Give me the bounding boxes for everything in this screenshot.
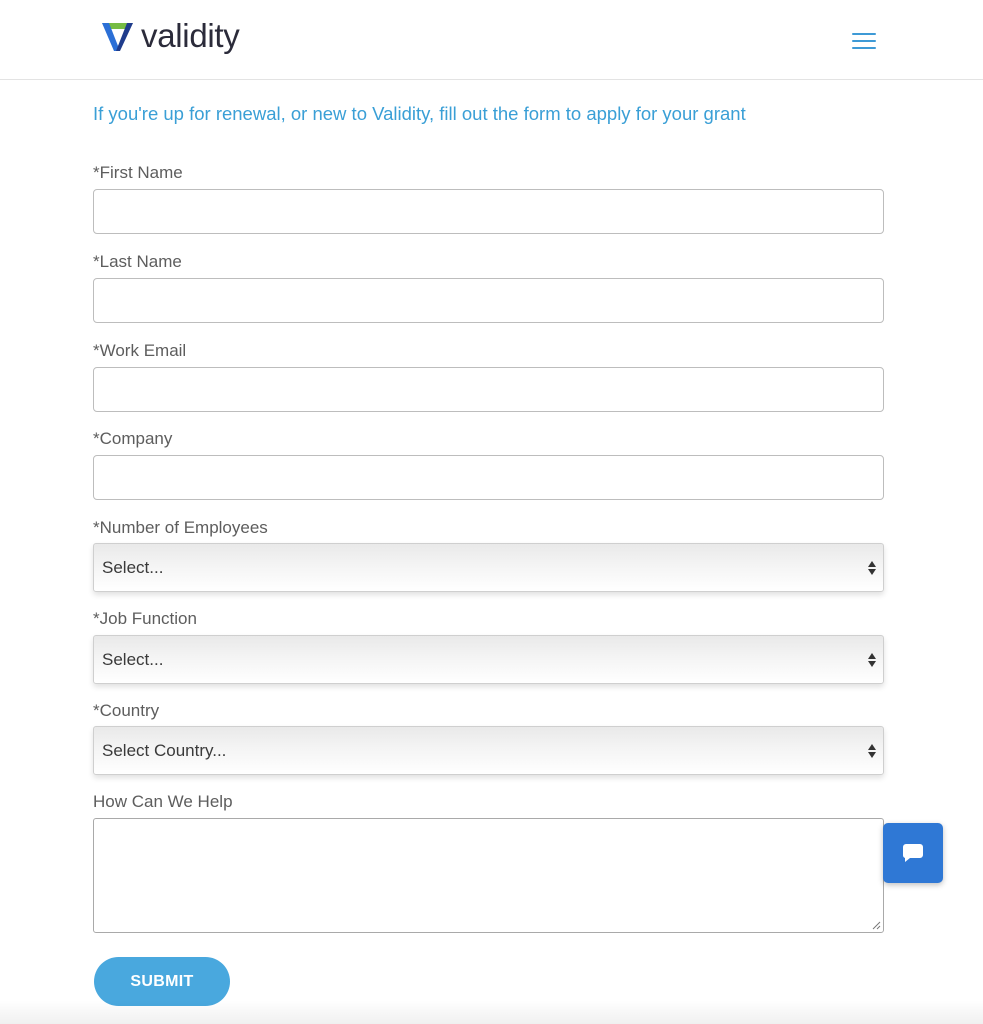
employees-label: *Number of Employees (93, 518, 268, 537)
country-label: *Country (93, 701, 160, 720)
form-intro-heading: If you're up for renewal, or new to Vali… (93, 103, 746, 124)
employees-selected-value: Select... (102, 558, 164, 577)
select-arrows-icon (868, 744, 876, 758)
select-arrows-icon (868, 561, 876, 575)
hamburger-menu-icon[interactable] (852, 31, 878, 51)
resize-grip-icon[interactable] (872, 921, 881, 930)
first-name-input[interactable] (93, 189, 884, 234)
company-label: *Company (93, 429, 173, 448)
chat-bubble-icon (902, 844, 923, 862)
site-header: validity (0, 0, 983, 80)
job-function-select[interactable]: Select... (93, 635, 884, 684)
submit-button[interactable]: SUBMIT (94, 957, 230, 1006)
work-email-label: *Work Email (93, 341, 187, 360)
last-name-label: *Last Name (93, 252, 182, 271)
help-label: How Can We Help (93, 792, 233, 811)
job-function-selected-value: Select... (102, 650, 164, 669)
work-email-input[interactable] (93, 367, 884, 412)
help-textarea[interactable] (93, 818, 884, 933)
country-select[interactable]: Select Country... (93, 726, 884, 775)
first-name-label: *First Name (93, 163, 183, 182)
country-selected-value: Select Country... (102, 741, 227, 760)
chat-widget-button[interactable] (883, 823, 943, 883)
job-function-label: *Job Function (93, 609, 197, 628)
validity-logo[interactable]: validity (100, 16, 240, 56)
select-arrows-icon (868, 653, 876, 667)
employees-select[interactable]: Select... (93, 543, 884, 592)
last-name-input[interactable] (93, 278, 884, 323)
company-input[interactable] (93, 455, 884, 500)
validity-logo-mark-icon (102, 22, 133, 51)
brand-name: validity (141, 17, 240, 54)
